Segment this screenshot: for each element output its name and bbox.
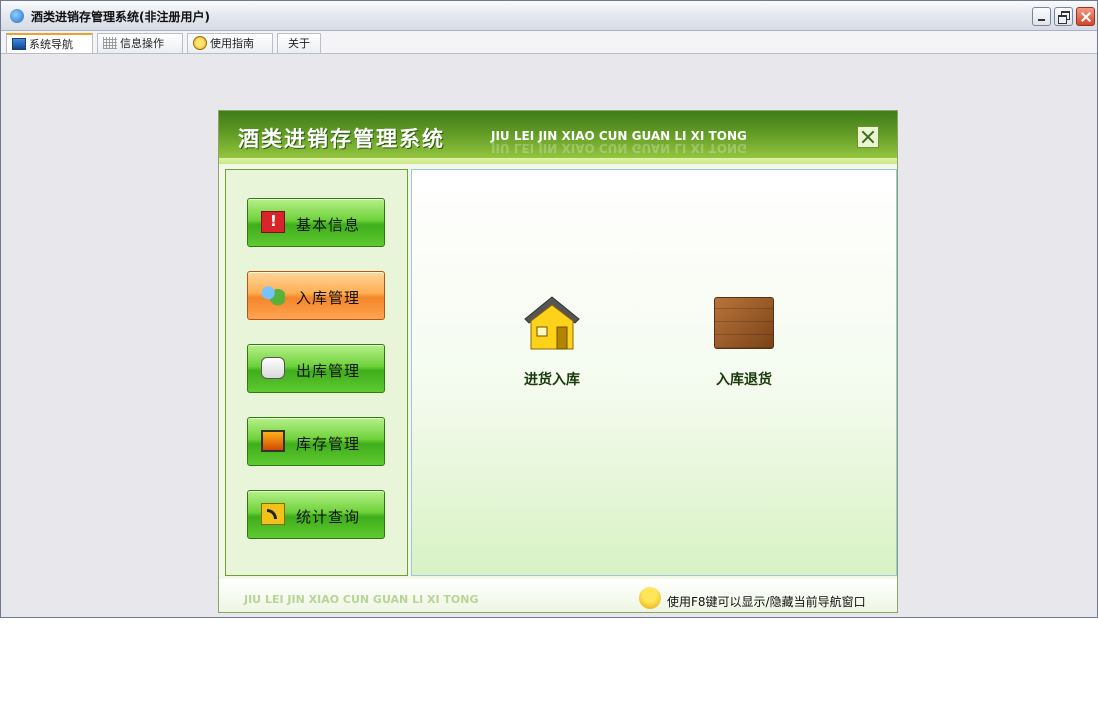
tab-guide[interactable]: 使用指南 <box>187 33 273 53</box>
tab-system-nav[interactable]: 系统导航 <box>6 33 93 53</box>
inbound-return-item[interactable]: 入库退货 <box>689 285 799 388</box>
dialog-footer: JIU LEI JIN XIAO CUN GUAN LI XI TONG 使用F… <box>219 579 897 612</box>
users-icon <box>261 284 285 306</box>
nav-statistics-button[interactable]: 统计查询 <box>247 490 385 539</box>
function-panel: 进货入库 入库退货 <box>411 169 897 576</box>
nav-inventory-button[interactable]: 库存管理 <box>247 417 385 466</box>
rss-icon <box>261 503 285 525</box>
grid-icon <box>103 37 117 49</box>
nav-stock-out-button[interactable]: 出库管理 <box>247 344 385 393</box>
monitor-icon <box>12 38 26 50</box>
tab-info-ops[interactable]: 信息操作 <box>97 33 183 53</box>
dialog-header: 酒类进销存管理系统 JIU LEI JIN XIAO CUN GUAN LI X… <box>219 111 897 164</box>
f8-hint: 使用F8键可以显示/隐藏当前导航窗口 <box>667 595 866 609</box>
footer-title: JIU LEI JIN XIAO CUN GUAN LI XI TONG <box>244 593 479 606</box>
nav-basic-info-button[interactable]: 基本信息 <box>247 198 385 247</box>
user-icon <box>639 587 661 609</box>
navigation-dialog: 酒类进销存管理系统 JIU LEI JIN XIAO CUN GUAN LI X… <box>218 110 898 613</box>
tab-label: 系统导航 <box>29 38 73 51</box>
function-label: 入库退货 <box>716 372 772 388</box>
dialog-close-button[interactable] <box>857 126 879 148</box>
title-bar[interactable]: 酒类进销存管理系统(非注册用户) <box>1 1 1097 31</box>
function-label: 进货入库 <box>524 372 580 388</box>
purchase-inbound-item[interactable]: 进货入库 <box>497 285 607 388</box>
tab-label: 信息操作 <box>120 37 164 50</box>
nav-label: 入库管理 <box>296 289 361 307</box>
nav-panel: 基本信息 入库管理 出库管理 库存管理 统计查询 <box>225 169 408 576</box>
nav-label: 统计查询 <box>296 508 361 526</box>
tab-about[interactable]: 关于 <box>277 33 321 53</box>
close-button[interactable] <box>1076 7 1095 26</box>
tab-bar: 系统导航 信息操作 使用指南 关于 <box>1 31 1097 54</box>
help-icon <box>193 36 207 50</box>
display-icon <box>261 430 285 452</box>
main-window: 酒类进销存管理系统(非注册用户) 系统导航 信息操作 使用指南 关于 酒类进销存… <box>0 0 1098 618</box>
nav-label: 基本信息 <box>296 216 361 234</box>
dialog-subtitle-reflection: JIU LEI JIN XIAO CUN GUAN LI XI TONG <box>491 141 747 155</box>
nav-stock-in-button[interactable]: 入库管理 <box>247 271 385 320</box>
minimize-button[interactable] <box>1032 7 1051 26</box>
nav-label: 库存管理 <box>296 435 361 453</box>
tab-label: 关于 <box>288 37 310 50</box>
tab-label: 使用指南 <box>210 37 254 50</box>
alert-monitor-icon <box>261 211 285 233</box>
app-icon <box>10 9 24 23</box>
contact-card-icon <box>261 357 285 379</box>
window-title: 酒类进销存管理系统(非注册用户) <box>31 10 210 24</box>
restore-button[interactable] <box>1054 7 1073 26</box>
dialog-title: 酒类进销存管理系统 <box>238 127 445 151</box>
house-icon <box>524 296 580 350</box>
crate-icon <box>714 297 774 349</box>
nav-label: 出库管理 <box>296 362 361 380</box>
